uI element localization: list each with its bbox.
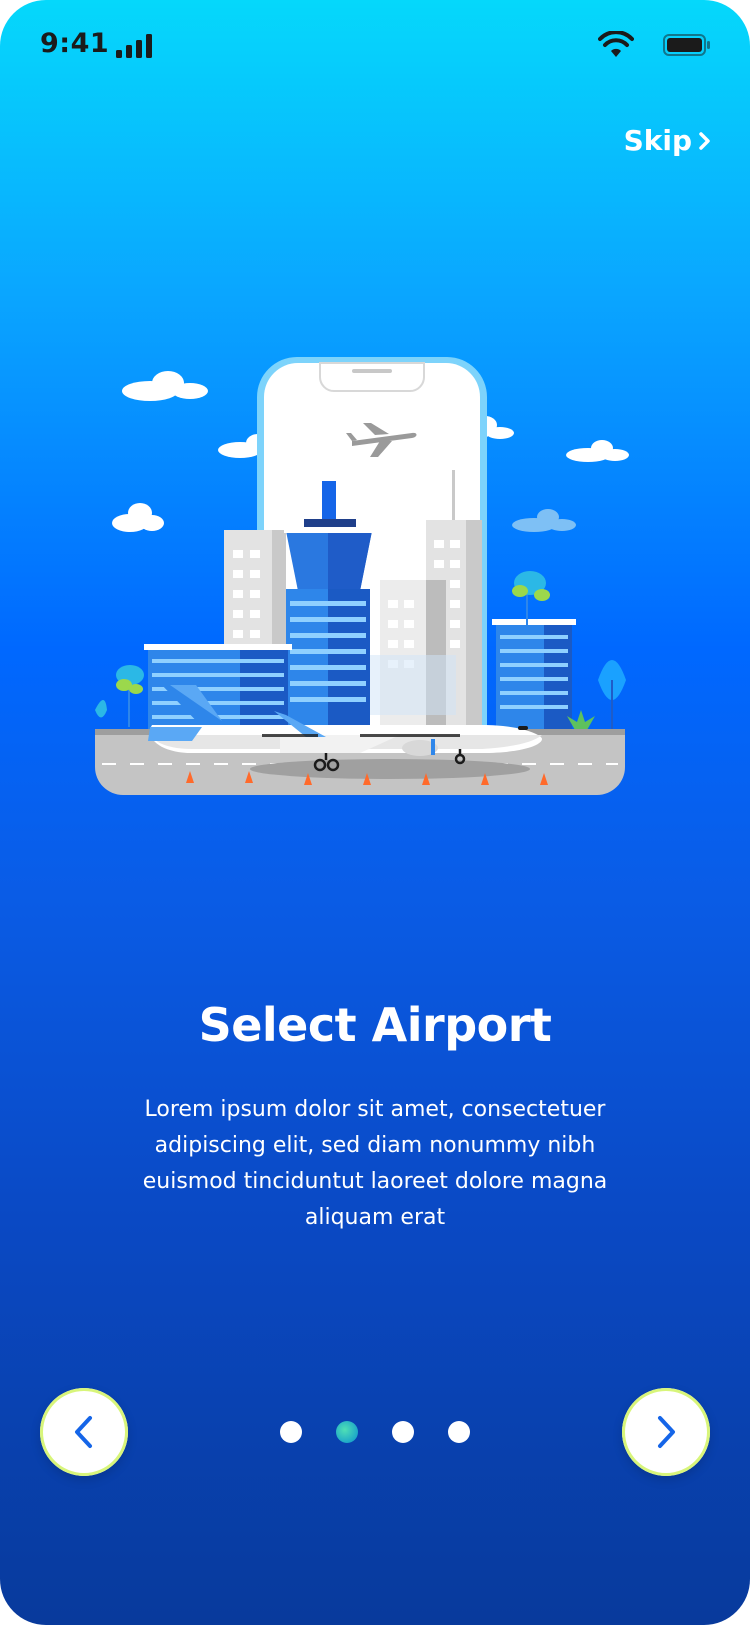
page-dot-2-active[interactable]: [336, 1421, 358, 1443]
status-time: 9:41: [40, 28, 110, 59]
page-dot-4[interactable]: [448, 1421, 470, 1443]
status-bar: 9:41: [0, 0, 750, 90]
skip-button[interactable]: Skip: [624, 124, 712, 157]
cloud-icon: [122, 371, 208, 401]
next-button[interactable]: [622, 1388, 710, 1476]
page-dot-3[interactable]: [392, 1421, 414, 1443]
chevron-left-icon: [75, 1416, 92, 1448]
onboarding-description: Lorem ipsum dolor sit amet, consectetuer…: [142, 1097, 608, 1230]
skip-label: Skip: [623, 124, 692, 157]
page-dot-1[interactable]: [280, 1421, 302, 1443]
chevron-right-icon: [658, 1416, 675, 1448]
onboarding-title: Select Airport: [198, 998, 552, 1052]
cloud-icon: [566, 440, 629, 462]
airport-illustration: [95, 357, 629, 795]
cellular-signal-icon: [116, 34, 152, 58]
battery-icon: [663, 34, 710, 56]
page-indicator: [280, 1420, 470, 1444]
cloud-icon: [512, 509, 576, 532]
wifi-icon: [598, 31, 634, 57]
cloud-icon: [112, 503, 164, 532]
chevron-right-icon: [699, 131, 710, 150]
previous-button[interactable]: [40, 1388, 128, 1476]
onboarding-screen: 9:41 Skip Select Airport Lorem ipsum dol…: [0, 0, 750, 1625]
